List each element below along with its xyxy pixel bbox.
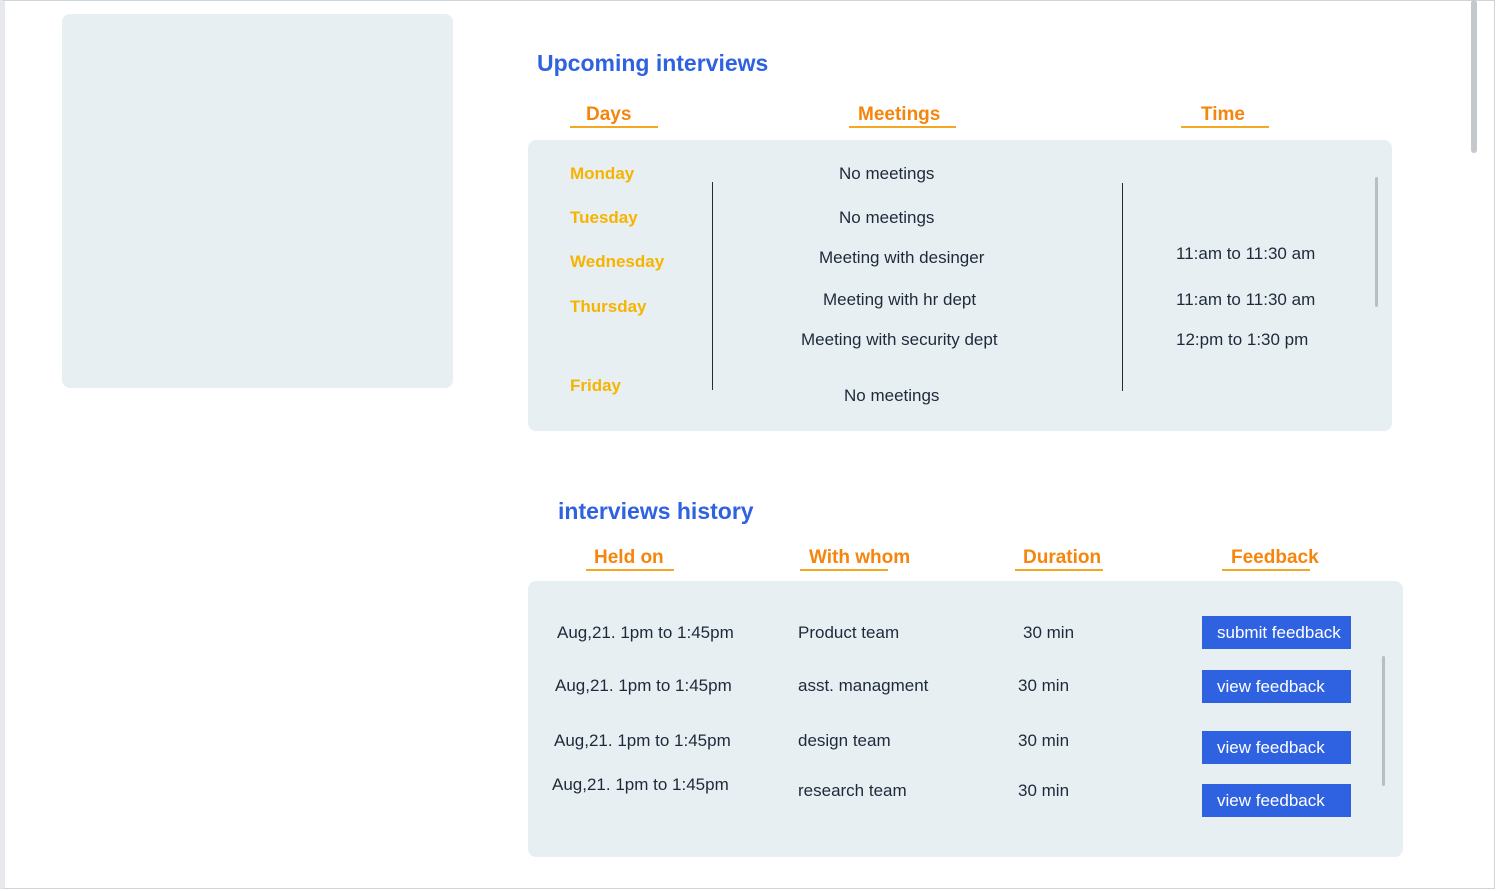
upcoming-interviews-title: Upcoming interviews [537, 50, 769, 76]
submit-feedback-button[interactable]: submit feedback [1202, 616, 1351, 649]
header-feedback: Feedback [1231, 547, 1319, 568]
header-duration: Duration [1023, 547, 1102, 568]
view-feedback-button-3[interactable]: view feedback [1202, 784, 1351, 817]
history-with-whom-2: asst. managment [798, 676, 929, 695]
history-held-on-4: Aug,21. 1pm to 1:45pm [552, 775, 729, 794]
history-with-whom-4: research team [798, 781, 907, 800]
interviews-history-title: interviews history [558, 498, 754, 524]
header-meetings-underline [849, 126, 956, 128]
history-duration-4: 30 min [1018, 781, 1070, 800]
meeting-wednesday: Meeting with desinger [819, 248, 985, 267]
meeting-friday: No meetings [844, 386, 940, 405]
history-duration-1: 30 min [1023, 623, 1075, 642]
history-panel-scrollbar[interactable] [1382, 656, 1385, 786]
history-held-on-2: Aug,21. 1pm to 1:45pm [555, 676, 732, 695]
day-monday: Monday [570, 164, 635, 183]
time-wednesday: 11:am to 11:30 am [1176, 244, 1316, 263]
header-days-underline [570, 126, 658, 128]
time-thursday: 11:am to 11:30 am [1176, 290, 1316, 309]
day-thursday: Thursday [570, 297, 647, 316]
header-duration-underline [1015, 569, 1103, 571]
history-with-whom-3: design team [798, 731, 891, 750]
column-divider-1 [712, 182, 713, 390]
view-feedback-button-2[interactable]: view feedback [1202, 731, 1351, 764]
header-time-underline [1181, 126, 1269, 128]
upcoming-interviews-panel [528, 140, 1392, 431]
upcoming-panel-scrollbar[interactable] [1375, 177, 1378, 307]
meeting-thursday: Meeting with hr dept [823, 290, 977, 309]
header-meetings: Meetings [858, 104, 941, 125]
history-held-on-1: Aug,21. 1pm to 1:45pm [557, 623, 734, 642]
history-duration-3: 30 min [1018, 731, 1070, 750]
history-duration-2: 30 min [1018, 676, 1070, 695]
meeting-tuesday: No meetings [839, 208, 935, 227]
meeting-monday: No meetings [839, 164, 935, 183]
header-feedback-underline [1222, 569, 1310, 571]
history-with-whom-1: Product team [798, 623, 900, 642]
header-with-whom-underline [800, 569, 888, 571]
header-with-whom: With whom [809, 547, 911, 568]
profile-placeholder-card [62, 14, 453, 388]
day-friday: Friday [570, 376, 622, 395]
page-scrollbar-thumb[interactable] [1471, 0, 1477, 153]
time-thursday-second: 12:pm to 1:30 pm [1176, 330, 1309, 349]
header-held-on-underline [586, 569, 674, 571]
meeting-thursday-second: Meeting with security dept [801, 330, 998, 349]
column-divider-2 [1122, 183, 1123, 391]
header-time: Time [1201, 104, 1246, 125]
header-held-on: Held on [594, 547, 664, 568]
day-wednesday: Wednesday [570, 252, 665, 271]
header-days: Days [586, 104, 632, 125]
view-feedback-button-1[interactable]: view feedback [1202, 670, 1351, 703]
day-tuesday: Tuesday [570, 208, 638, 227]
history-held-on-3: Aug,21. 1pm to 1:45pm [554, 731, 731, 750]
